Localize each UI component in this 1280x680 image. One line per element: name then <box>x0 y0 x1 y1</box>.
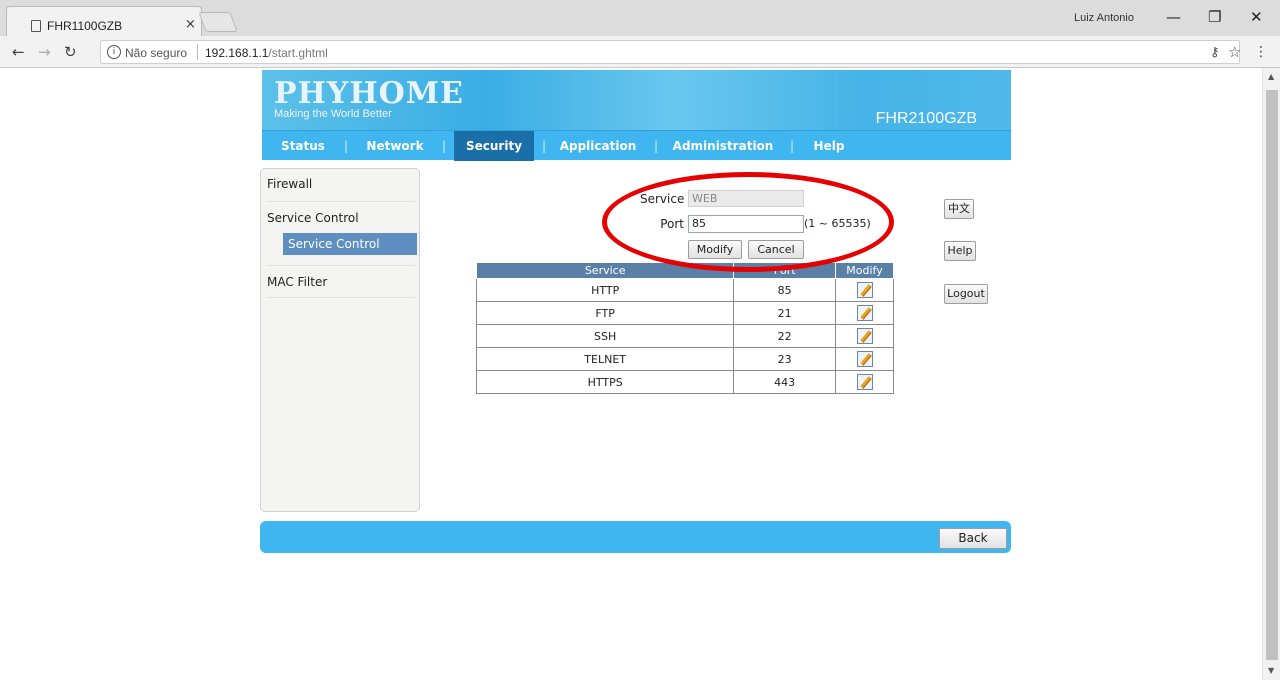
sidebar-item-mac-filter[interactable]: MAC Filter <box>267 275 327 289</box>
modify-cell <box>835 347 894 371</box>
tab-title: FHR1100GZB <box>47 19 123 33</box>
scroll-thumb[interactable] <box>1266 90 1278 660</box>
edit-pencil-icon[interactable] <box>856 328 873 344</box>
page-icon <box>31 20 41 32</box>
star-icon[interactable]: ☆ <box>1228 43 1241 61</box>
edit-pencil-icon[interactable] <box>856 305 873 321</box>
modify-cell <box>835 278 894 302</box>
reload-icon[interactable]: ↻ <box>64 43 77 61</box>
main-menu: Status | Network | Security | Applicatio… <box>262 130 1011 161</box>
divider <box>267 265 415 266</box>
logout-button[interactable]: Logout <box>944 284 988 304</box>
menu-administration[interactable]: Administration <box>670 131 776 161</box>
service-name: SSH <box>475 324 735 348</box>
modify-cell <box>835 370 894 394</box>
tagline: Making the World Better <box>274 108 392 120</box>
menu-application[interactable]: Application <box>556 131 640 161</box>
sidebar-item-firewall[interactable]: Firewall <box>267 177 312 191</box>
phyhome-logo: PHYHOME <box>274 76 464 111</box>
sidebar-subitem-service-control[interactable]: Service Control <box>283 233 417 255</box>
table-row: HTTP 85 <box>475 278 894 302</box>
forward-arrow-icon[interactable]: → <box>38 43 51 61</box>
edit-pencil-icon[interactable] <box>856 351 873 367</box>
sidebar: Firewall Service Control Service Control… <box>260 168 420 512</box>
model-name: FHR2100GZB <box>875 110 977 127</box>
url-divider <box>197 44 198 60</box>
page-viewport: PHYHOME Making the World Better FHR2100G… <box>0 68 1262 680</box>
new-tab-button[interactable] <box>198 12 238 32</box>
key-icon[interactable]: ⚷ <box>1210 45 1220 60</box>
restore-icon[interactable]: ❐ <box>1208 8 1221 26</box>
edit-pencil-icon[interactable] <box>856 282 873 298</box>
menu-security[interactable]: Security <box>454 131 534 161</box>
title-bar: FHR1100GZB × Luiz Antonio — ❐ ✕ <box>0 0 1280 36</box>
column-header-modify: Modify <box>835 262 894 279</box>
service-name: HTTPS <box>475 370 735 394</box>
scroll-up-arrow-icon[interactable]: ▲ <box>1268 72 1274 81</box>
profile-name[interactable]: Luiz Antonio <box>1074 12 1134 24</box>
menu-separator: | <box>542 139 547 153</box>
menu-separator: | <box>654 139 659 153</box>
security-label[interactable]: Não seguro <box>125 46 187 60</box>
vertical-scrollbar[interactable]: ▲ ▼ <box>1262 68 1280 680</box>
service-name: TELNET <box>475 347 735 371</box>
menu-separator: | <box>344 139 349 153</box>
browser-toolbar: ← → ↻ i Não seguro 192.168.1.1/start.ght… <box>0 36 1280 68</box>
browser-tab[interactable]: FHR1100GZB × <box>6 6 202 36</box>
sidebar-item-service-control[interactable]: Service Control <box>267 211 359 225</box>
close-window-icon[interactable]: ✕ <box>1250 8 1263 26</box>
table-row: FTP 21 <box>475 301 894 325</box>
menu-network[interactable]: Network <box>360 131 430 161</box>
router-banner: PHYHOME Making the World Better FHR2100G… <box>262 70 1011 130</box>
menu-status[interactable]: Status <box>274 131 332 161</box>
service-port: 21 <box>733 301 837 325</box>
info-icon[interactable]: i <box>107 45 121 59</box>
table-row: HTTPS 443 <box>475 370 894 394</box>
menu-separator: | <box>442 139 447 153</box>
back-arrow-icon[interactable]: ← <box>12 43 25 61</box>
table-row: SSH 22 <box>475 324 894 348</box>
modify-cell <box>835 324 894 348</box>
help-button[interactable]: Help <box>944 241 976 261</box>
url-text[interactable]: 192.168.1.1/start.ghtml <box>205 46 328 60</box>
back-button[interactable]: Back <box>939 528 1007 549</box>
highlight-ellipse <box>602 172 894 272</box>
scroll-down-arrow-icon[interactable]: ▼ <box>1268 666 1274 675</box>
minimize-icon[interactable]: — <box>1166 8 1181 26</box>
menu-help[interactable]: Help <box>808 131 850 161</box>
modify-cell <box>835 301 894 325</box>
table-row: TELNET 23 <box>475 347 894 371</box>
service-port: 22 <box>733 324 837 348</box>
divider <box>267 201 415 202</box>
service-name: HTTP <box>475 278 735 302</box>
chinese-language-button[interactable]: 中文 <box>944 199 974 219</box>
footer-bar: Back <box>260 521 1011 553</box>
service-table: Service Port Modify HTTP 85 FTP 21 SSH 2… <box>475 262 894 394</box>
menu-dots-icon[interactable]: ⋮ <box>1254 44 1268 60</box>
service-name: FTP <box>475 301 735 325</box>
service-port: 23 <box>733 347 837 371</box>
tab-close-icon[interactable]: × <box>185 17 196 32</box>
edit-pencil-icon[interactable] <box>856 374 873 390</box>
service-port: 443 <box>733 370 837 394</box>
divider <box>267 297 415 298</box>
address-bar[interactable]: i Não seguro 192.168.1.1/start.ghtml <box>100 40 1240 64</box>
service-port: 85 <box>733 278 837 302</box>
menu-separator: | <box>790 139 795 153</box>
